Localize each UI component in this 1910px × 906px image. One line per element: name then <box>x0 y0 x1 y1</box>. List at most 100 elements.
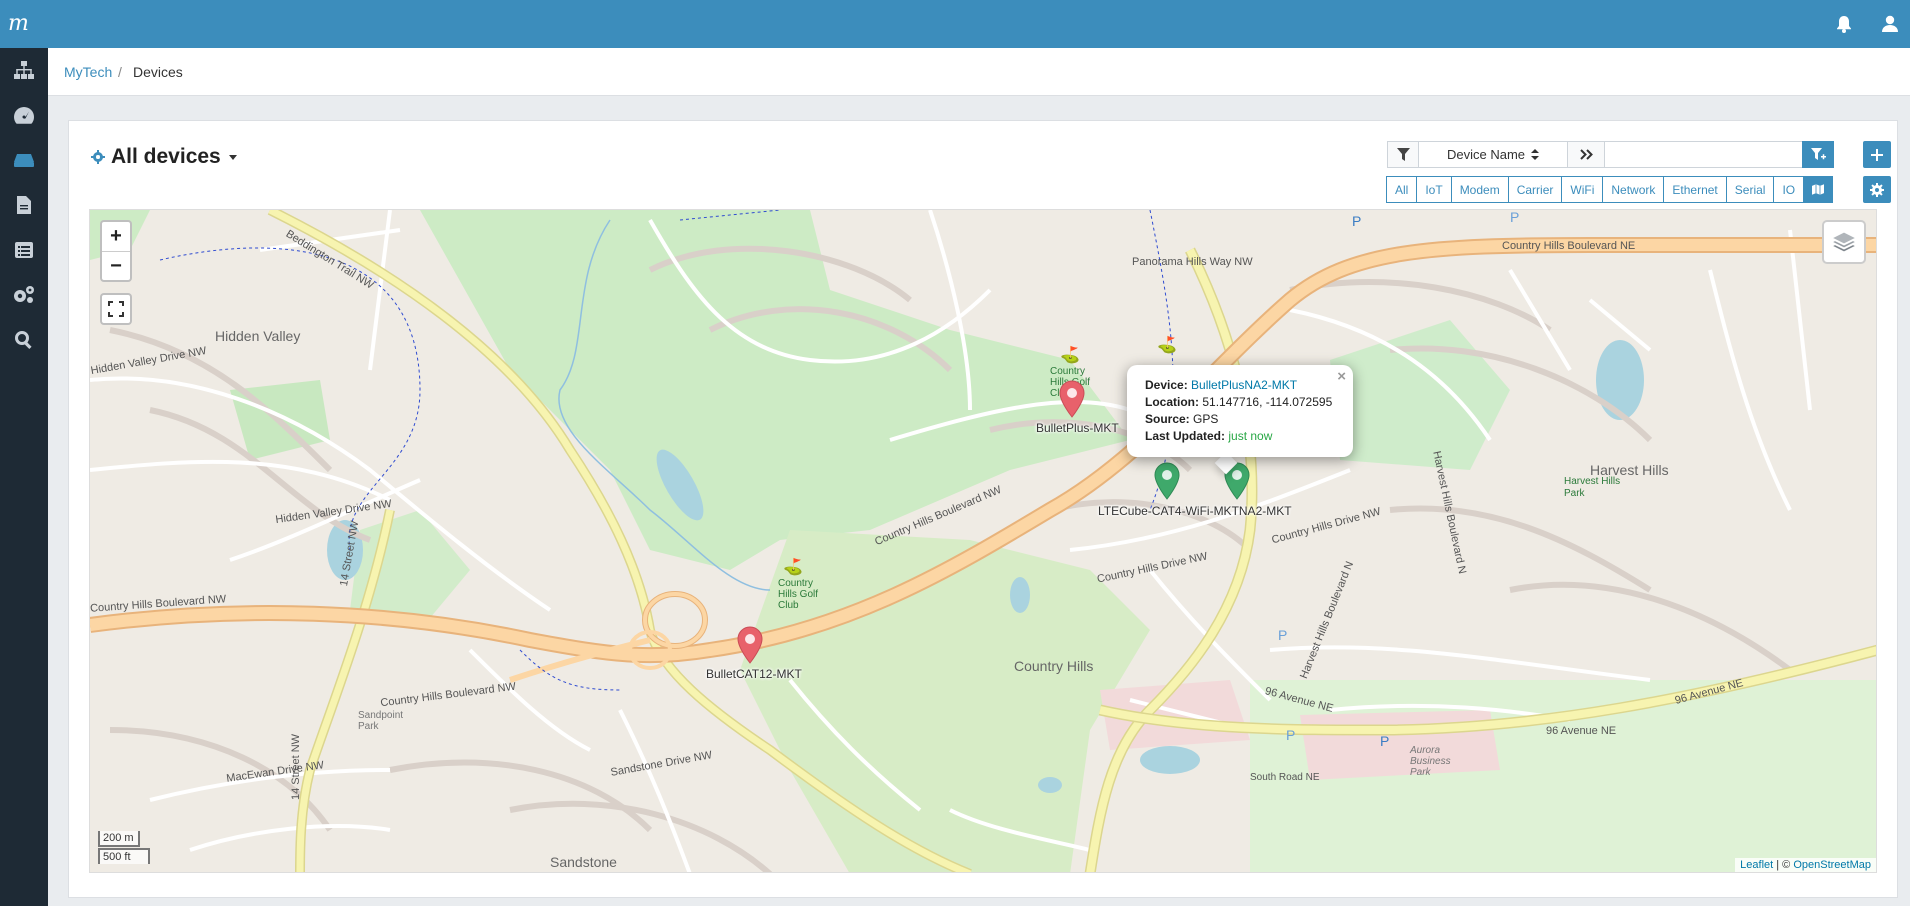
popup-source-row: Source: GPS <box>1145 411 1337 428</box>
filter-field-value: Device Name <box>1446 147 1526 162</box>
map-pin-offline-icon <box>737 626 763 664</box>
topology-icon <box>14 61 34 79</box>
map-icon <box>1812 184 1825 195</box>
popup-source-label: Source: <box>1145 412 1190 426</box>
map-label-sandpoint-park: Sandpoint Park <box>358 710 404 732</box>
scale-imperial: 500 ft <box>98 848 150 864</box>
map-tiles[interactable]: P P P P P ⛳ ⛳ ⛳ <box>90 210 1877 873</box>
caret-down-icon <box>228 155 237 160</box>
breadcrumb: MyTech / Devices <box>48 48 1910 96</box>
svg-text:P: P <box>1510 210 1519 225</box>
gear-icon <box>91 150 105 164</box>
device-marker-bulletplus-mkt[interactable] <box>1058 380 1086 418</box>
scale-metric: 200 m <box>98 831 140 847</box>
leaflet-link[interactable]: Leaflet <box>1740 859 1773 871</box>
popup-device-link[interactable]: BulletPlusNA2-MKT <box>1191 378 1297 392</box>
popup-location-row: Location: 51.147716, -114.072595 <box>1145 394 1337 411</box>
sidebar-item-devices[interactable] <box>0 138 48 182</box>
svg-text:⛳: ⛳ <box>1157 335 1177 354</box>
device-map[interactable]: P P P P P ⛳ ⛳ ⛳ Hidden Valley Country Hi… <box>89 209 1877 873</box>
svg-text:P: P <box>1380 733 1389 749</box>
svg-text:P: P <box>1352 213 1361 229</box>
type-filter-io[interactable]: IO <box>1773 176 1805 203</box>
zoom-out-button[interactable]: − <box>102 251 130 280</box>
top-navbar: m <box>0 0 1910 48</box>
app-logo[interactable]: m <box>8 12 42 36</box>
devices-card: All devices Device Name All IoT Modem Ca… <box>68 120 1898 898</box>
popup-location-label: Location: <box>1145 395 1199 409</box>
popup-close-button[interactable]: × <box>1337 368 1346 385</box>
type-filter-network[interactable]: Network <box>1602 176 1665 203</box>
map-attribution: Leaflet | © OpenStreetMap <box>1735 858 1876 872</box>
map-label-sandstone: Sandstone <box>550 854 617 870</box>
filter-bar: Device Name <box>1387 141 1834 168</box>
type-filter-iot[interactable]: IoT <box>1416 176 1452 203</box>
sidebar-item-topology[interactable] <box>0 48 48 92</box>
add-device-button[interactable] <box>1863 141 1891 168</box>
map-scale: 200 m 500 ft <box>98 831 150 864</box>
popup-updated-value: just now <box>1228 429 1273 443</box>
device-marker-ltecube-cat4-wifi-mkt[interactable] <box>1153 462 1181 500</box>
page-title: All devices <box>111 145 221 168</box>
filter-icon-button[interactable] <box>1387 141 1419 168</box>
svg-text:P: P <box>1286 727 1295 743</box>
filter-field-select[interactable]: Device Name <box>1418 141 1568 168</box>
breadcrumb-separator: / <box>118 64 122 80</box>
sidebar-item-list[interactable] <box>0 228 48 272</box>
device-group-selector[interactable]: All devices <box>91 145 239 169</box>
map-settings-button[interactable] <box>1863 176 1891 203</box>
marker-label-bulletplus-mkt: BulletPlus-MKT <box>1036 421 1119 435</box>
map-label-96-ave-ne-2: 96 Avenue NE <box>1546 725 1617 737</box>
apply-filter-button[interactable] <box>1802 141 1834 168</box>
map-label-panorama-hills-way: Panorama Hills Way NW <box>1132 256 1253 268</box>
device-type-filter: All IoT Modem Carrier WiFi Network Ether… <box>1386 176 1834 203</box>
popup-device-row: Device: BulletPlusNA2-MKT <box>1145 377 1337 394</box>
map-view-toggle[interactable] <box>1803 176 1834 203</box>
device-popup: × Device: BulletPlusNA2-MKT Location: 51… <box>1127 365 1353 457</box>
filter-operator-button[interactable] <box>1567 141 1605 168</box>
sort-arrows-icon <box>1531 149 1540 160</box>
map-label-aurora-business-park: Aurora Business Park <box>1410 745 1451 778</box>
device-marker-bulletcat12-mkt[interactable] <box>736 626 764 664</box>
map-label-south-road: South Road NE <box>1250 772 1320 783</box>
sidebar-item-search[interactable] <box>0 318 48 362</box>
popup-updated-label: Last Updated: <box>1145 429 1226 443</box>
fullscreen-icon <box>108 301 124 317</box>
marker-label-bulletcat12-mkt: BulletCAT12-MKT <box>706 667 802 681</box>
type-filter-wifi[interactable]: WiFi <box>1561 176 1604 203</box>
settings-icon <box>14 286 34 303</box>
breadcrumb-link-mytech[interactable]: MyTech <box>64 64 112 80</box>
layers-control[interactable] <box>1822 220 1866 264</box>
type-filter-all[interactable]: All <box>1386 176 1418 203</box>
zoom-in-button[interactable]: + <box>102 222 130 251</box>
plus-icon <box>1871 148 1883 161</box>
popup-source-value: GPS <box>1193 412 1219 426</box>
search-icon <box>15 331 32 349</box>
notifications-bell-icon[interactable] <box>1834 14 1854 34</box>
sidebar-item-reports[interactable] <box>0 183 48 227</box>
sidebar <box>0 48 48 906</box>
fullscreen-button[interactable] <box>100 293 132 325</box>
type-filter-modem[interactable]: Modem <box>1450 176 1509 203</box>
dashboard-icon <box>14 107 35 124</box>
sidebar-item-dashboard[interactable] <box>0 93 48 137</box>
zoom-control: + − <box>100 220 132 282</box>
attribution-separator: | © <box>1773 859 1794 871</box>
type-filter-serial[interactable]: Serial <box>1725 176 1775 203</box>
filter-query-input[interactable] <box>1604 141 1803 168</box>
sidebar-item-settings[interactable] <box>0 273 48 317</box>
type-filter-carrier[interactable]: Carrier <box>1507 176 1563 203</box>
map-pin-offline-icon <box>1059 380 1085 418</box>
reports-icon <box>17 196 31 214</box>
map-pin-online-icon <box>1154 462 1180 500</box>
popup-device-label: Device: <box>1145 378 1188 392</box>
map-label-country-hills-blvd-ne: Country Hills Boulevard NE <box>1502 240 1636 252</box>
popup-location-value: 51.147716, -114.072595 <box>1202 395 1333 409</box>
type-filter-ethernet[interactable]: Ethernet <box>1663 176 1727 203</box>
user-profile-icon[interactable] <box>1880 14 1900 34</box>
svg-text:⛳: ⛳ <box>783 557 803 576</box>
double-chevron-right-icon <box>1579 149 1593 160</box>
filter-add-icon <box>1810 148 1826 160</box>
openstreetmap-link[interactable]: OpenStreetMap <box>1793 859 1871 871</box>
breadcrumb-current: Devices <box>133 64 183 80</box>
